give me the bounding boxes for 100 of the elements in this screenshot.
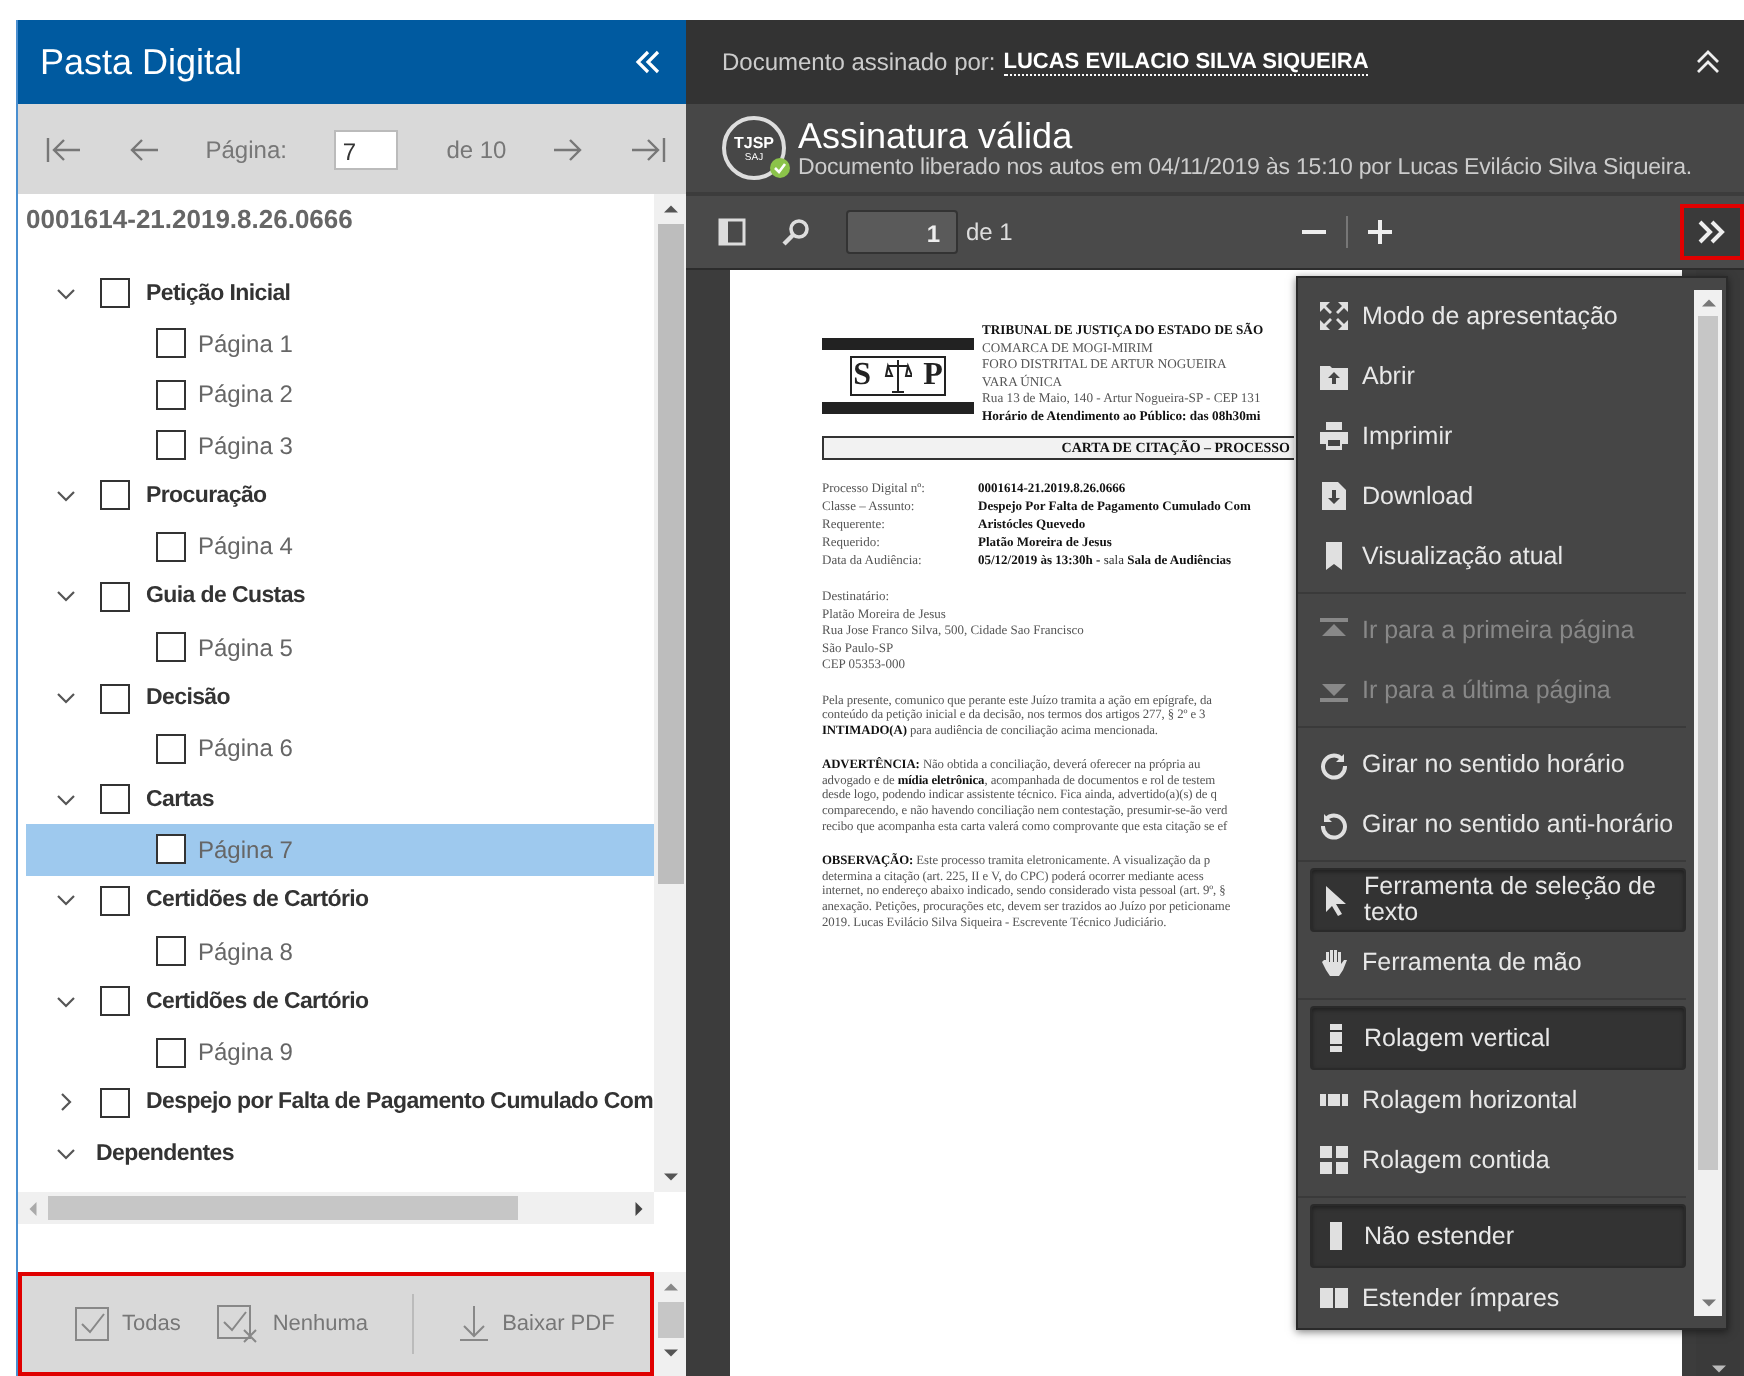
menu-item[interactable]: Download bbox=[1310, 466, 1686, 526]
more-tools-button[interactable] bbox=[1680, 204, 1744, 260]
page-item[interactable]: Página 9 bbox=[26, 1026, 654, 1078]
menu-item[interactable]: Rolagem horizontal bbox=[1310, 1070, 1686, 1130]
page-item[interactable]: Página 5 bbox=[26, 622, 654, 673]
page-item[interactable]: Página 6 bbox=[26, 723, 654, 774]
scroll-up-icon[interactable] bbox=[663, 1280, 677, 1294]
previous-page-icon[interactable] bbox=[129, 137, 158, 161]
menu-scrollbar[interactable] bbox=[1694, 290, 1722, 1316]
fullscreen-icon bbox=[1318, 300, 1350, 332]
first-page-icon[interactable] bbox=[46, 137, 82, 161]
collapse-icon[interactable] bbox=[634, 50, 662, 74]
chevron-down-icon[interactable] bbox=[56, 1143, 76, 1164]
chevron-down-icon[interactable] bbox=[56, 586, 76, 607]
scroll-down-icon[interactable] bbox=[663, 1346, 677, 1360]
menu-item[interactable]: Girar no sentido anti-horário bbox=[1310, 794, 1686, 854]
checkbox[interactable] bbox=[156, 733, 186, 764]
two-pages-icon bbox=[1318, 1282, 1350, 1314]
chevron-down-icon[interactable] bbox=[56, 688, 76, 709]
folder-label[interactable]: Procuração bbox=[146, 483, 267, 508]
page-item[interactable]: Página 4 bbox=[26, 520, 654, 572]
menu-item[interactable]: Visualização atual bbox=[1310, 526, 1686, 586]
checkbox[interactable] bbox=[156, 379, 186, 410]
checkbox[interactable] bbox=[156, 1037, 186, 1068]
menu-item[interactable]: Imprimir bbox=[1310, 406, 1686, 466]
horizontal-scrollbar[interactable] bbox=[18, 1192, 654, 1224]
menu-item[interactable]: Rolagem contida bbox=[1310, 1130, 1686, 1190]
checkbox[interactable] bbox=[100, 480, 130, 511]
chevron-down-icon[interactable] bbox=[56, 789, 76, 810]
chevron-down-icon[interactable] bbox=[56, 890, 76, 911]
page-item[interactable]: Página 8 bbox=[26, 925, 654, 977]
scroll-down-icon[interactable] bbox=[663, 1170, 677, 1184]
page-item[interactable]: Página 3 bbox=[26, 419, 654, 471]
menu-item[interactable]: Girar no sentido horário bbox=[1310, 734, 1686, 794]
checkbox[interactable] bbox=[100, 1087, 130, 1118]
signed-by-label: Documento assinado por: bbox=[722, 48, 996, 76]
folder-label[interactable]: Certidões de Cartório bbox=[146, 888, 369, 913]
menu-item[interactable]: Abrir bbox=[1310, 346, 1686, 406]
checkbox[interactable] bbox=[100, 885, 130, 916]
double-chevron-icon bbox=[1698, 220, 1727, 244]
vertical-scrollbar[interactable] bbox=[654, 1272, 686, 1376]
rotate-counterclockwise-icon bbox=[1318, 808, 1350, 840]
checkbox[interactable] bbox=[100, 581, 130, 612]
checkbox[interactable] bbox=[100, 683, 130, 714]
folder-label[interactable]: Cartas bbox=[146, 787, 214, 812]
menu-item[interactable]: Não estender bbox=[1310, 1204, 1686, 1268]
chevron-down-icon[interactable] bbox=[56, 485, 76, 506]
chevron-down-icon[interactable] bbox=[56, 991, 76, 1012]
checkbox-cross-icon bbox=[216, 1304, 261, 1344]
folder-label[interactable]: Decisão bbox=[146, 686, 231, 711]
vertical-scrollbar[interactable] bbox=[654, 194, 686, 1192]
download-icon bbox=[1318, 480, 1350, 512]
download-icon bbox=[458, 1306, 491, 1342]
folder-label[interactable]: Despejo por Falta de Pagamento Cumulado Com bbox=[146, 1090, 654, 1115]
scroll-right-icon[interactable] bbox=[632, 1201, 646, 1215]
folder-label[interactable]: Certidões de Cartório bbox=[146, 989, 369, 1014]
signer-link[interactable]: LUCAS EVILACIO SILVA SIQUEIRA bbox=[1003, 49, 1369, 75]
menu-item[interactable]: Rolagem vertical bbox=[1310, 1006, 1686, 1070]
checkbox[interactable] bbox=[156, 632, 186, 663]
chevron-right-icon[interactable] bbox=[56, 1092, 76, 1113]
page-item[interactable]: Página 2 bbox=[26, 369, 654, 420]
folder-icon bbox=[1318, 360, 1350, 392]
zoom-in-icon[interactable] bbox=[1367, 220, 1392, 244]
checkbox[interactable] bbox=[156, 430, 186, 461]
signature-status: Assinatura válida bbox=[798, 116, 1075, 156]
menu-item[interactable]: Estender ímpares bbox=[1310, 1268, 1686, 1328]
scroll-down-icon[interactable] bbox=[1711, 1362, 1725, 1376]
hand-icon bbox=[1318, 946, 1350, 978]
chevron-down-icon[interactable] bbox=[56, 283, 76, 304]
folder-label[interactable]: Guia de Custas bbox=[146, 584, 306, 609]
scroll-down-icon[interactable] bbox=[1701, 1296, 1715, 1310]
collapse-up-icon[interactable] bbox=[1696, 50, 1720, 74]
rotate-clockwise-icon bbox=[1318, 748, 1350, 780]
checkbox[interactable] bbox=[156, 834, 186, 865]
page-label: Página: bbox=[205, 135, 287, 163]
checkbox[interactable] bbox=[100, 784, 130, 815]
scroll-up-icon[interactable] bbox=[1701, 296, 1715, 310]
checkbox[interactable] bbox=[156, 531, 186, 562]
sidebar-title: Pasta Digital bbox=[40, 41, 243, 83]
case-number: 0001614-21.2019.8.26.0666 bbox=[26, 202, 355, 238]
page-item[interactable]: Página 1 bbox=[26, 318, 654, 370]
folder-label[interactable]: Petição Inicial bbox=[146, 281, 291, 306]
printer-icon bbox=[1318, 420, 1350, 452]
section-label[interactable]: Dependentes bbox=[96, 1141, 234, 1166]
sidebar-toggle-icon[interactable] bbox=[718, 218, 746, 246]
scroll-up-icon[interactable] bbox=[663, 202, 677, 216]
checkbox[interactable] bbox=[100, 278, 130, 309]
menu-item[interactable]: Ferramenta de seleção de texto bbox=[1310, 868, 1686, 932]
search-icon[interactable] bbox=[782, 218, 810, 246]
checkbox[interactable] bbox=[100, 986, 130, 1017]
last-page-icon[interactable] bbox=[629, 137, 666, 161]
menu-item[interactable]: Modo de apresentação bbox=[1310, 286, 1686, 346]
page-number-field[interactable]: 7 bbox=[334, 129, 399, 169]
page-number-field[interactable]: 1 bbox=[846, 210, 958, 254]
court-logo: S P bbox=[822, 324, 974, 428]
next-page-icon[interactable] bbox=[554, 137, 583, 161]
checkbox[interactable] bbox=[156, 328, 186, 359]
checkbox[interactable] bbox=[156, 936, 186, 966]
menu-item[interactable]: Ferramenta de mão bbox=[1310, 932, 1686, 992]
checkbox-icon bbox=[74, 1306, 110, 1342]
